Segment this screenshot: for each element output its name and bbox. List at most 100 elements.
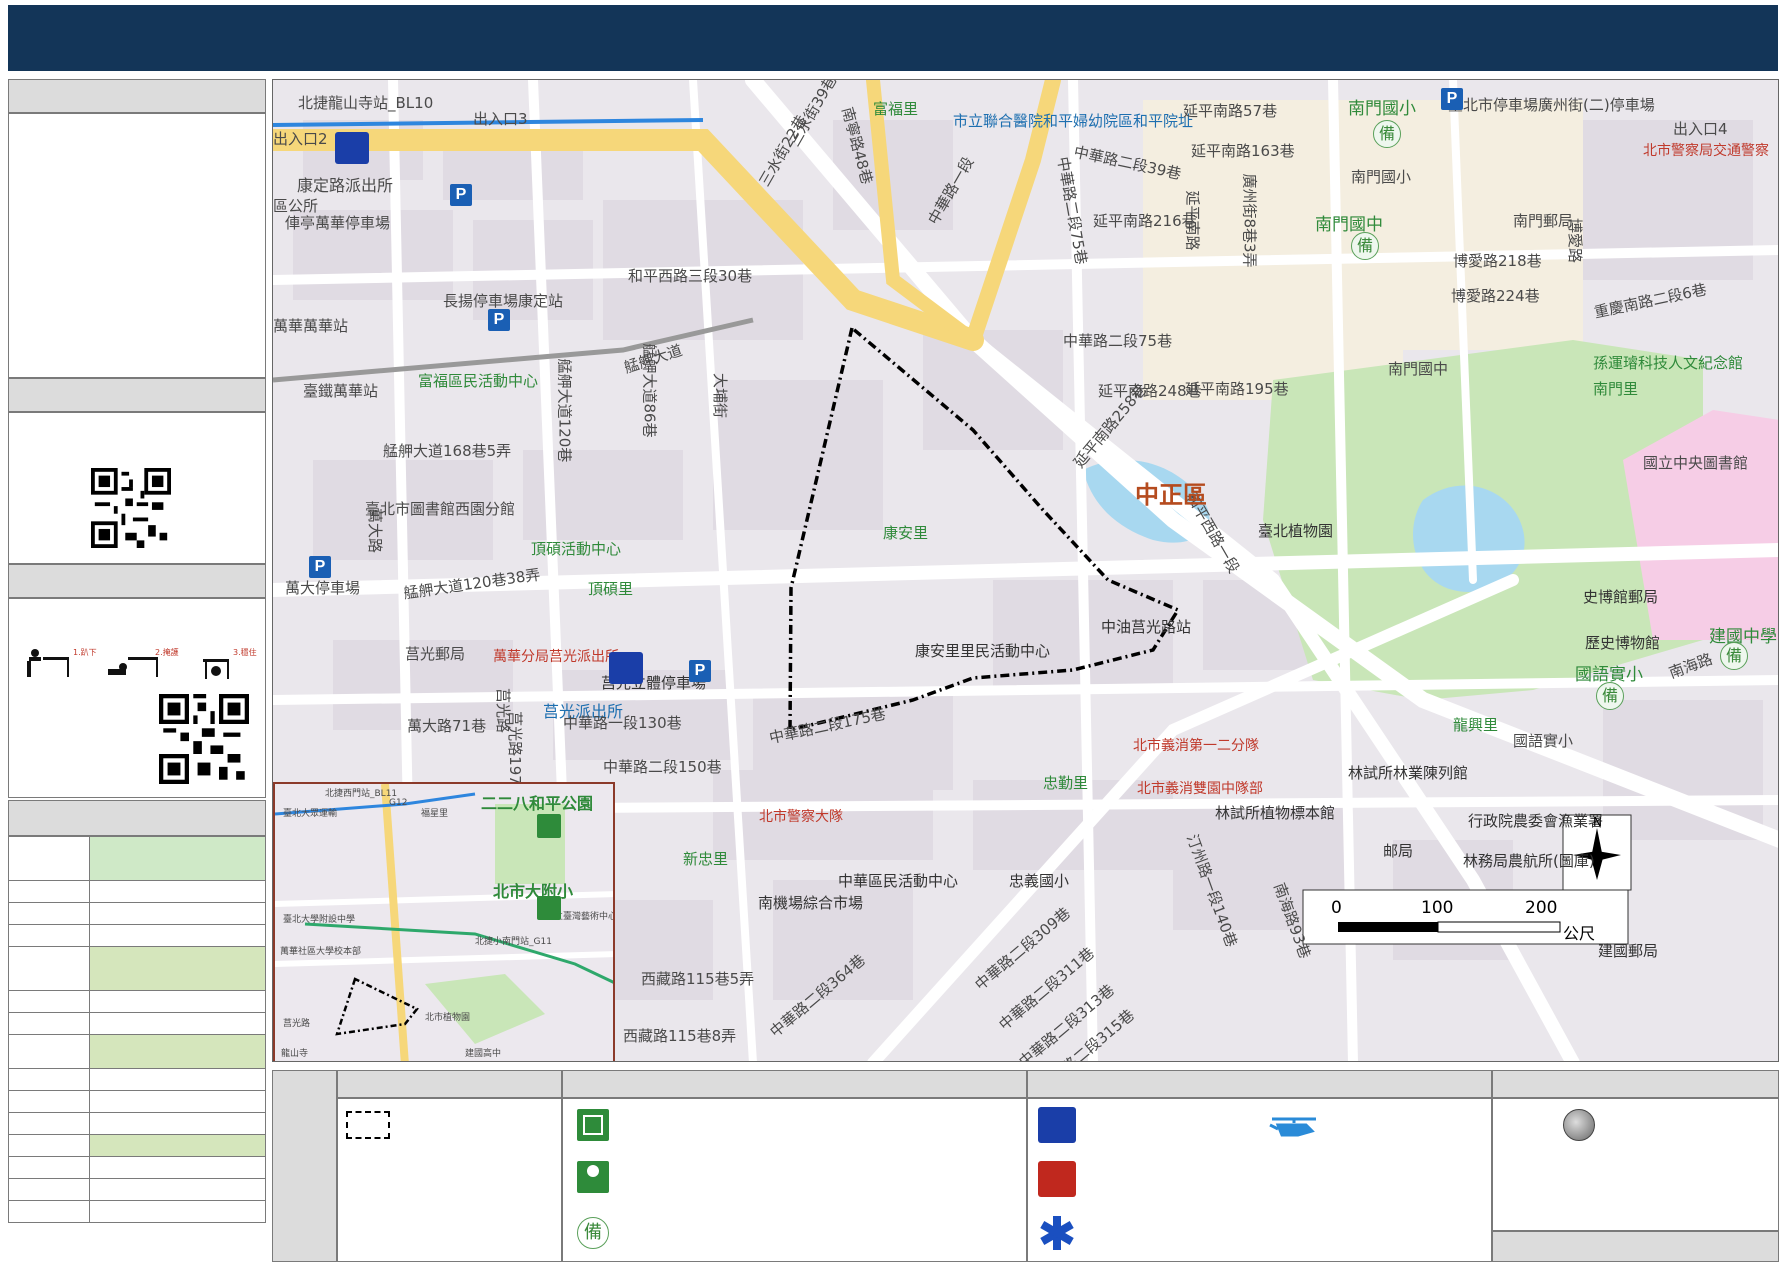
map-label: 邮局 [1383,842,1414,860]
shelter-icon[interactable] [537,896,561,920]
inset-label: 龍山寺 [281,1049,309,1059]
map-label: 北市義消第一二分隊 [1133,738,1259,754]
parking-icon[interactable]: P [309,556,331,578]
map-label: 臺北植物園 [1258,522,1334,540]
qr-panel-header [8,378,266,412]
legend-col-3 [1027,1098,1492,1262]
map-label: 萬大路71巷 [407,717,487,735]
legend-col-4 [1492,1098,1779,1231]
map-label: 康安里 [883,524,929,542]
medical-icon [1040,1216,1074,1250]
map-label: 康定路派出所 [297,176,394,195]
map-label: 北捷龍山寺站_BL10 [298,94,434,112]
map-label: 北市義消雙園中隊部 [1137,781,1263,797]
qr-code-1[interactable] [91,468,171,548]
backup-shelter-icon[interactable]: 備 [1596,682,1624,710]
map-label: 行政院農委會漁業署 [1468,812,1604,830]
map-label: 富福區民活動中心 [418,372,539,390]
map-label: 延平南路195巷 [1185,380,1289,398]
scale-unit: 公尺 [1563,924,1596,943]
map-label: 大埔街 [711,372,730,419]
map-label: 南門國中 [1388,360,1449,378]
boundary-legend-icon [346,1111,390,1139]
legend-col-2: 備 [562,1098,1027,1262]
info-panel-header [8,79,266,113]
map-label: 國立中央圖書館 [1643,454,1749,472]
map-label: 中華路一段130巷 [563,714,682,732]
map-label: 北市警察大隊 [759,809,843,825]
main-map[interactable]: 北捷龍山寺站_BL10 出入口3 出入口2 康定路派出所 區公所 俥亭萬華停車場… [272,79,1779,1062]
police-icon[interactable] [609,652,643,684]
map-label: 頂碩活動中心 [531,540,622,558]
shelter-icon [577,1109,609,1141]
map-label: 延平南路 [1183,190,1202,251]
parking-icon[interactable]: P [689,660,711,682]
inset-label: 莒光路 [283,1019,311,1029]
table-header [8,800,266,836]
park-evacuation-icon[interactable] [537,814,561,838]
map-label: 富福里 [873,100,919,118]
map-label: 國語實小 [1513,732,1574,750]
map-label: 延平南路216巷 [1093,212,1197,230]
map-label: 林試所林業陳列館 [1348,764,1469,782]
map-label: 俥亭萬華停車場 [285,214,391,232]
parking-icon[interactable]: P [450,184,472,206]
circle-marker-icon [1563,1109,1595,1141]
qr-code-2[interactable] [159,694,249,784]
map-label: 萬華萬華站 [273,317,349,335]
inset-label: 北捷小南門站_G11 [475,937,552,947]
map-label: 史博館郵局 [1583,588,1659,606]
parking-icon[interactable]: P [1441,88,1463,110]
map-label: 南門郵局 [1513,212,1574,230]
contact-table [8,836,266,1223]
map-label: 建國中學 [1709,627,1777,647]
map-label: 忠勤里 [1043,774,1089,792]
legend-col-1 [337,1098,562,1262]
map-label: 廣州街8巷3弄 [1240,173,1259,268]
map-label: 萬華分局莒光派出所 [493,649,619,665]
parking-icon[interactable]: P [488,309,510,331]
police-icon [1038,1107,1076,1143]
backup-shelter-icon[interactable]: 備 [1351,232,1379,260]
title-bar [8,5,1778,71]
legend-side [272,1070,337,1262]
map-label: 艋舺大道120巷 [555,358,574,463]
quake-panel-header [8,564,266,598]
quake-panel-body: 1.趴下 2.掩護 3.穩住 [8,598,266,798]
map-label: 歷史博物館 [1585,634,1661,652]
map-label: 博愛路224巷 [1451,287,1540,305]
inset-label: 臺北大眾運輸 [283,809,338,819]
map-label: 出入口2 [273,130,328,148]
map-label: 中華路二段75巷 [1063,332,1173,350]
helicopter-icon [1269,1117,1316,1137]
backup-shelter-icon[interactable]: 備 [1373,120,1401,148]
inset-map[interactable]: 二二八和平公園 北市大附小 北捷西門站_BL11 臺北大眾運輸 福星里 北捷小南… [273,782,615,1061]
map-label: 臺北市停車場廣州街(二)停車場 [1448,96,1655,114]
map-label: 艋舺大道86巷 [640,343,659,438]
park-evacuation-icon [577,1161,609,1193]
north-arrow-label: N [1593,815,1602,829]
map-label: 出入口3 [473,110,528,128]
backup-shelter-icon[interactable]: 備 [1720,642,1748,670]
inset-label: 萬華社區大學校本部 [280,947,362,957]
map-label: 林試所植物標本館 [1215,804,1336,822]
police-icon[interactable] [335,132,369,164]
map-label: 建國郵局 [1598,942,1659,960]
map-label: 西藏路115巷5弄 [641,970,755,988]
inset-label: 北市植物園 [425,1013,471,1023]
legend-footer [1492,1231,1779,1262]
map-label: 市立聯合醫院和平婦幼院區和平院址 [953,112,1194,130]
map-label: 艋舺大道168巷5弄 [383,442,512,460]
map-label: 康安里里民活動中心 [915,642,1051,660]
map-label: 出入口4 [1673,120,1728,138]
map-label: 龍興里 [1453,716,1499,734]
map-label: 博愛路 [1566,217,1585,264]
scale-tick: 200 [1525,898,1558,918]
legend-header-4 [1492,1070,1779,1098]
inset-label: 建國高中 [465,1049,502,1059]
map-label: 中華路二段150巷 [603,758,722,776]
map-label: 博愛路218巷 [1453,252,1542,270]
info-panel-body [8,113,266,378]
map-label: 南門國中 [1315,215,1383,235]
inset-label: 臺北大學附設中學 [283,915,356,925]
